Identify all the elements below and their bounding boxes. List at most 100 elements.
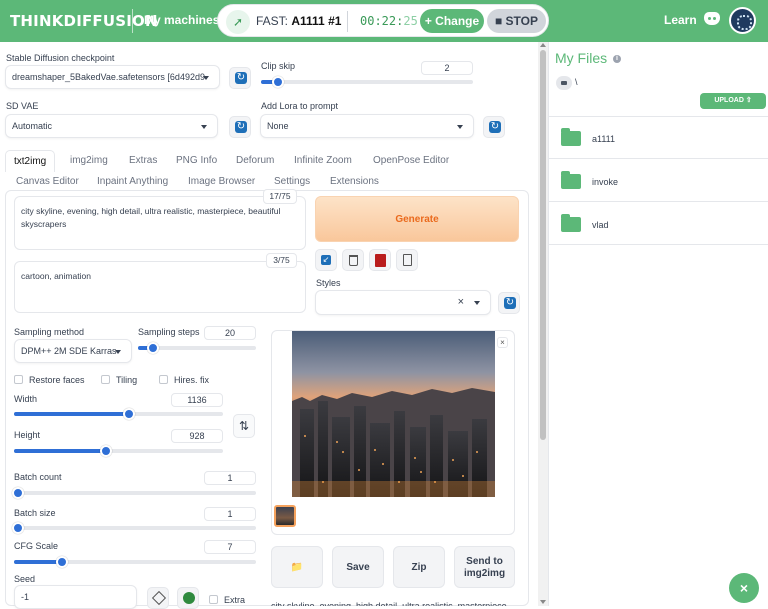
negative-token-counter: 3/75 <box>266 253 297 268</box>
tab-img2img[interactable]: img2img <box>70 155 108 166</box>
tiling-checkbox[interactable] <box>101 375 110 384</box>
cfg-scale-input[interactable]: 7 <box>204 540 256 554</box>
files-panel <box>548 42 768 606</box>
tab-extensions[interactable]: Extensions <box>330 176 379 187</box>
tab-image-browser[interactable]: Image Browser <box>188 176 255 187</box>
avatar[interactable] <box>729 7 756 34</box>
folder-name[interactable]: vlad <box>592 220 609 230</box>
batch-count-input[interactable]: 1 <box>204 471 256 485</box>
slider-thumb[interactable] <box>12 487 24 499</box>
read-params-button[interactable]: ↙ <box>315 249 337 271</box>
folder-icon <box>561 171 581 189</box>
gallery-thumbnail[interactable] <box>274 505 296 527</box>
sampling-steps-input[interactable]: 20 <box>204 326 256 340</box>
clear-styles-icon[interactable]: × <box>458 291 464 313</box>
sampling-steps-slider[interactable] <box>138 342 256 354</box>
tab-canvas-editor[interactable]: Canvas Editor <box>16 176 79 187</box>
slider-thumb[interactable] <box>12 522 24 534</box>
prompt-token-counter: 17/75 <box>263 189 297 204</box>
send-to-img2img-button[interactable]: Send to img2img <box>454 546 515 588</box>
styles-select[interactable]: × <box>315 290 491 315</box>
divider <box>549 244 768 245</box>
lora-select[interactable]: None <box>260 114 474 138</box>
vae-label: SD VAE <box>6 101 39 111</box>
width-input[interactable]: 1136 <box>171 393 223 407</box>
clear-prompt-button[interactable] <box>342 249 364 271</box>
seed-label: Seed <box>14 574 36 584</box>
zip-button[interactable]: Zip <box>393 546 445 588</box>
clip-skip-label: Clip skip <box>261 61 296 71</box>
tab-txt2img[interactable]: txt2img <box>5 150 56 172</box>
tab-openpose-editor[interactable]: OpenPose Editor <box>373 155 449 166</box>
my-machines-link[interactable]: My machines <box>144 13 219 27</box>
close-image-button[interactable]: × <box>497 337 508 348</box>
restore-faces-checkbox[interactable] <box>14 375 23 384</box>
clip-skip-slider[interactable] <box>261 76 473 88</box>
drive-icon[interactable] <box>556 76 572 90</box>
refresh-styles-button[interactable] <box>498 292 520 314</box>
tab-settings[interactable]: Settings <box>274 176 310 187</box>
discord-icon[interactable] <box>704 12 720 25</box>
apply-style-button[interactable] <box>396 249 418 271</box>
vae-select[interactable]: Automatic <box>5 114 218 138</box>
refresh-lora-button[interactable] <box>483 116 505 138</box>
prompt-textarea[interactable]: city skyline, evening, high detail, ultr… <box>14 196 306 250</box>
recycle-icon <box>183 592 195 604</box>
breadcrumb[interactable]: \ <box>575 77 578 87</box>
save-button[interactable]: Save <box>332 546 384 588</box>
machine-name: A1111 #1 <box>291 14 342 28</box>
open-folder-button[interactable]: 📁 <box>271 546 323 588</box>
folder-name[interactable]: invoke <box>592 177 618 187</box>
refresh-vae-button[interactable] <box>229 116 251 138</box>
timer-main: 00:22: <box>360 14 404 28</box>
close-fab-button[interactable]: × <box>729 573 759 603</box>
tab-png-info[interactable]: PNG Info <box>176 155 217 166</box>
clip-skip-input[interactable]: 2 <box>421 61 473 75</box>
learn-link[interactable]: Learn <box>664 13 697 27</box>
sampling-method-select[interactable]: DPM++ 2M SDE Karras <box>14 339 132 363</box>
generate-button[interactable]: Generate <box>315 196 519 242</box>
width-slider[interactable] <box>14 408 223 420</box>
cfg-scale-slider[interactable] <box>14 556 256 568</box>
batch-size-slider[interactable] <box>12 522 256 534</box>
tab-extras[interactable]: Extras <box>129 155 157 166</box>
height-slider[interactable] <box>14 445 223 457</box>
stop-button[interactable]: ■ STOP <box>487 9 546 33</box>
change-button[interactable]: + Change <box>420 9 484 33</box>
clipboard-icon <box>403 254 412 266</box>
negative-prompt-textarea[interactable]: cartoon, animation <box>14 261 306 313</box>
machine-tier: FAST: <box>256 14 289 28</box>
sampling-steps-label: Sampling steps <box>138 327 200 337</box>
folder-icon <box>561 128 581 146</box>
slider-thumb[interactable] <box>122 408 135 420</box>
batch-size-input[interactable]: 1 <box>204 507 256 521</box>
folder-name[interactable]: a1111 <box>592 134 615 144</box>
checkpoint-select[interactable]: dreamshaper_5BakedVae.safetensors [6d492… <box>5 65 220 89</box>
slider-thumb[interactable] <box>271 76 284 88</box>
info-icon[interactable]: i <box>613 55 621 63</box>
tab-deforum[interactable]: Deforum <box>236 155 274 166</box>
tab-inpaint-anything[interactable]: Inpaint Anything <box>97 176 168 187</box>
slider-thumb[interactable] <box>99 445 112 457</box>
scroll-up-icon[interactable] <box>540 43 546 47</box>
chevron-down-icon <box>201 125 207 129</box>
card-icon <box>375 254 386 267</box>
upload-button[interactable]: UPLOAD ⇧ <box>700 93 766 109</box>
brand-logo[interactable]: THINKDIFFUSION <box>10 12 158 30</box>
scroll-down-icon[interactable] <box>540 600 546 604</box>
arrow-icon: ↙ <box>321 255 331 265</box>
seed-input[interactable]: -1 <box>14 585 137 609</box>
height-input[interactable]: 928 <box>171 429 223 443</box>
rocket-icon: ➚ <box>226 10 250 34</box>
swap-dimensions-button[interactable]: ⇅ <box>233 414 255 438</box>
scrollbar-thumb[interactable] <box>540 50 546 440</box>
extra-seed-checkbox[interactable] <box>209 595 218 604</box>
generated-image[interactable] <box>292 331 495 497</box>
extra-networks-button[interactable] <box>369 249 391 271</box>
tab-infinite-zoom[interactable]: Infinite Zoom <box>294 155 352 166</box>
hires-fix-checkbox[interactable] <box>159 375 168 384</box>
batch-count-slider[interactable] <box>12 487 256 499</box>
refresh-checkpoint-button[interactable] <box>229 67 251 89</box>
checkpoint-label: Stable Diffusion checkpoint <box>6 53 115 63</box>
divider <box>347 11 348 32</box>
